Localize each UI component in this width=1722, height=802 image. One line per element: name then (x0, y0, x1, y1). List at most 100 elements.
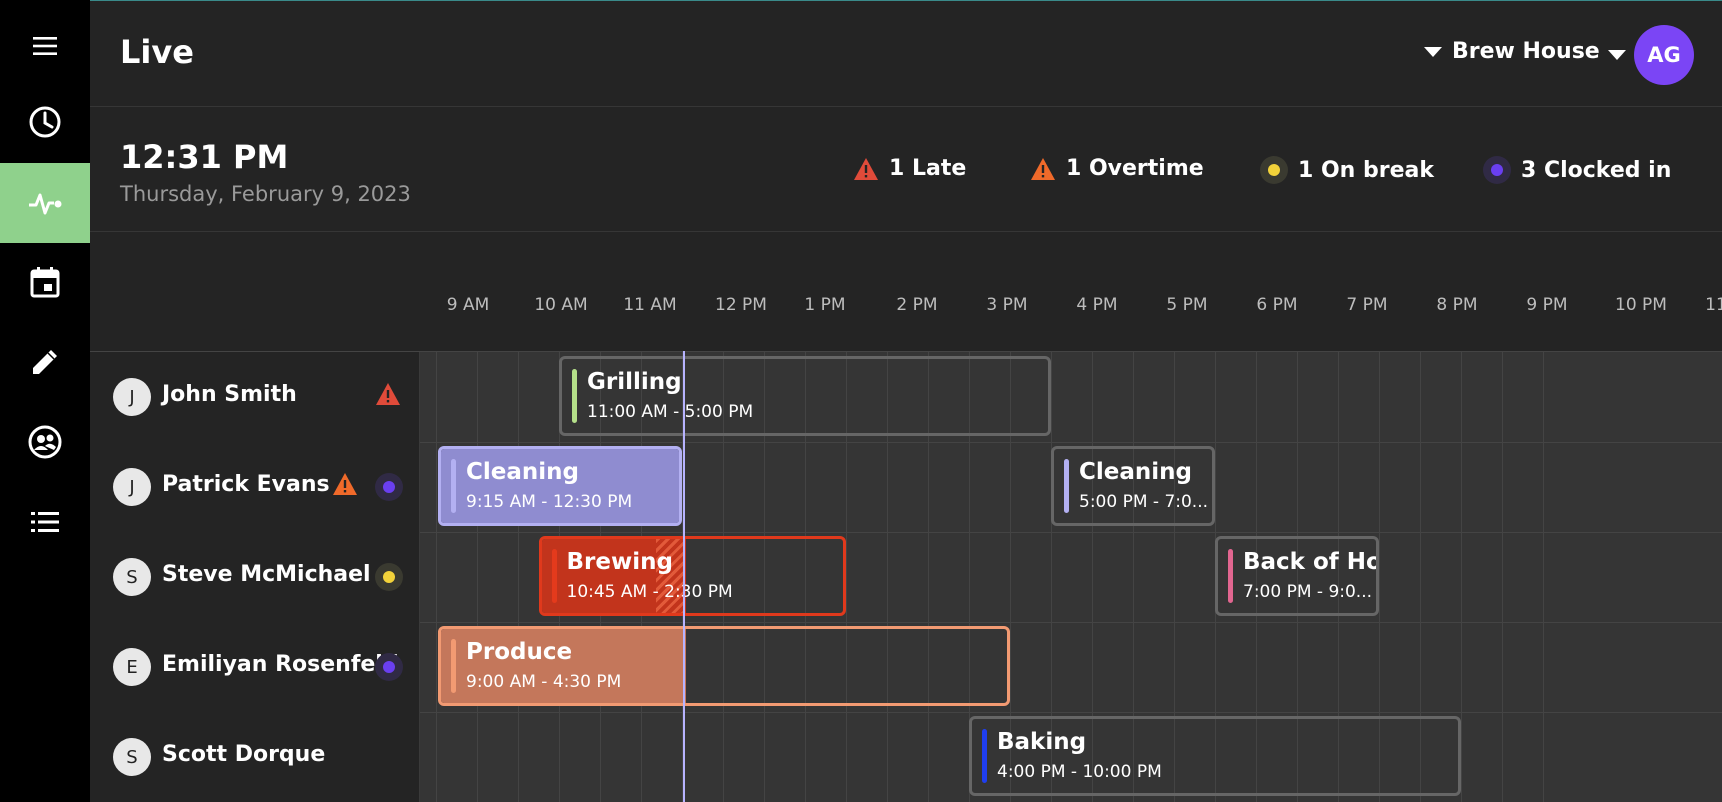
employee-name: Emiliyan Rosenfeld (162, 652, 399, 677)
shift-block[interactable]: Cleaning 9:15 AM - 12:30 PM (438, 446, 682, 526)
shift-time: 9:00 AM - 4:30 PM (466, 672, 622, 692)
nav-timeclock[interactable] (0, 82, 90, 162)
warning-icon (376, 383, 400, 405)
stat-on-break-label: 1 On break (1298, 157, 1434, 183)
employee-name: John Smith (162, 382, 297, 407)
avatar: J (113, 378, 151, 416)
shift-color-stripe (1064, 459, 1069, 513)
summary-bar: 12:31 PM Thursday, February 9, 2023 1 La… (90, 108, 1722, 232)
avatar: S (113, 558, 151, 596)
grid-line (436, 352, 437, 802)
employee-row-emiliyan-rosenfeld[interactable]: E Emiliyan Rosenfeld (90, 622, 420, 712)
shift-title: Cleaning (1079, 459, 1192, 485)
shift-title: Cleaning (466, 459, 579, 485)
stat-late-label: 1 Late (889, 156, 967, 181)
nav-team[interactable] (0, 402, 90, 482)
nav-live[interactable] (0, 163, 90, 243)
grid-line (1543, 352, 1544, 802)
shift-time: 5:00 PM - 7:0... (1079, 492, 1209, 512)
shift-color-stripe (451, 459, 456, 513)
warning-icon (333, 473, 357, 495)
stat-late[interactable]: 1 Late (853, 156, 966, 181)
employee-row-steve-mcmichael[interactable]: S Steve McMichael (90, 532, 420, 622)
employee-row-john-smith[interactable]: J John Smith (90, 352, 420, 442)
hour-label: 2 PM (896, 295, 938, 315)
avatar: E (113, 648, 151, 686)
shift-color-stripe (572, 369, 577, 423)
warning-icon (854, 157, 878, 180)
user-menu[interactable]: AG (1608, 25, 1694, 85)
shift-time: 11:00 AM - 5:00 PM (587, 402, 754, 422)
grid-line (1502, 352, 1503, 802)
employee-name: Patrick Evans (162, 472, 330, 497)
avatar: AG (1634, 25, 1694, 85)
employee-row-scott-dorque[interactable]: S Scott Dorque (90, 712, 420, 802)
grid-line (477, 352, 478, 802)
shift-block[interactable]: Cleaning 5:00 PM - 7:0... (1051, 446, 1215, 526)
list-icon (31, 512, 59, 532)
grid-line (518, 352, 519, 802)
shift-title: Back of Ho... (1243, 549, 1379, 575)
stat-on-break[interactable]: 1 On break (1260, 156, 1434, 184)
hour-label: 5 PM (1166, 295, 1208, 315)
shift-title: Baking (997, 729, 1087, 755)
shift-time: 10:45 AM - 2:30 PM (566, 582, 733, 602)
hour-label: 4 PM (1076, 295, 1118, 315)
stat-overtime[interactable]: 1 Overtime (1030, 156, 1204, 181)
pulse-icon (29, 193, 62, 215)
dot-icon (1483, 156, 1511, 184)
page-title: Live (120, 33, 194, 71)
top-bar: Live Brew House AG (90, 1, 1722, 107)
live-view: Live Brew House AG 12:31 PM Thursday, Fe… (90, 0, 1722, 802)
nav-schedule[interactable] (0, 242, 90, 322)
shift-block[interactable]: Grilling 11:00 AM - 5:00 PM (559, 356, 1051, 436)
on-break-dot-icon (375, 563, 403, 591)
hour-label: 11 AM (623, 295, 677, 315)
hamburger-icon (33, 37, 57, 55)
menu-button[interactable] (0, 6, 90, 86)
location-name: Brew House (1452, 39, 1600, 64)
chevron-down-icon (1424, 46, 1442, 57)
shift-block[interactable]: Brewing 10:45 AM - 2:30 PM (538, 536, 846, 616)
team-icon (28, 425, 62, 459)
stat-clocked-in[interactable]: 3 Clocked in (1483, 156, 1671, 184)
employee-row-patrick-evans[interactable]: J Patrick Evans (90, 442, 420, 532)
avatar: S (113, 738, 151, 776)
current-date: Thursday, February 9, 2023 (120, 182, 411, 206)
location-dropdown[interactable]: Brew House (1424, 39, 1600, 64)
hour-label: 9 PM (1526, 295, 1568, 315)
shift-block[interactable]: Baking 4:00 PM - 10:00 PM (969, 716, 1461, 796)
nav-list[interactable] (0, 482, 90, 562)
hour-label: 11 (1705, 295, 1722, 315)
avatar: J (113, 468, 151, 506)
pencil-icon (33, 350, 57, 374)
dot-icon (1260, 156, 1288, 184)
clocked-in-dot-icon (375, 653, 403, 681)
hour-label: 1 PM (804, 295, 846, 315)
hour-label: 6 PM (1256, 295, 1298, 315)
hour-label: 9 AM (446, 295, 490, 315)
chevron-down-icon (1608, 50, 1626, 60)
employee-list: J John Smith J Patrick Evans S Steve McM… (90, 352, 420, 802)
clock-icon (29, 106, 61, 138)
shift-block[interactable]: Produce 9:00 AM - 4:30 PM (438, 626, 1010, 706)
hour-label: 10 PM (1615, 295, 1667, 315)
hour-label: 12 PM (715, 295, 767, 315)
shift-block[interactable]: Back of Ho... 7:00 PM - 9:0... (1215, 536, 1379, 616)
hour-label: 7 PM (1346, 295, 1388, 315)
shift-title: Brewing (566, 549, 673, 575)
nav-edit[interactable] (0, 322, 90, 402)
shift-time: 9:15 AM - 12:30 PM (466, 492, 633, 512)
side-nav (0, 0, 90, 802)
shift-color-stripe (551, 549, 557, 603)
stat-overtime-label: 1 Overtime (1066, 156, 1204, 181)
shift-title: Grilling (587, 369, 682, 395)
calendar-icon (30, 267, 60, 298)
clocked-in-dot-icon (375, 473, 403, 501)
shift-title: Produce (466, 639, 573, 665)
shift-color-stripe (1228, 549, 1233, 603)
hour-label: 3 PM (986, 295, 1028, 315)
current-time-indicator (683, 351, 686, 802)
shift-color-stripe (451, 639, 456, 693)
schedule-grid: J John Smith J Patrick Evans S Steve McM… (90, 351, 1722, 802)
